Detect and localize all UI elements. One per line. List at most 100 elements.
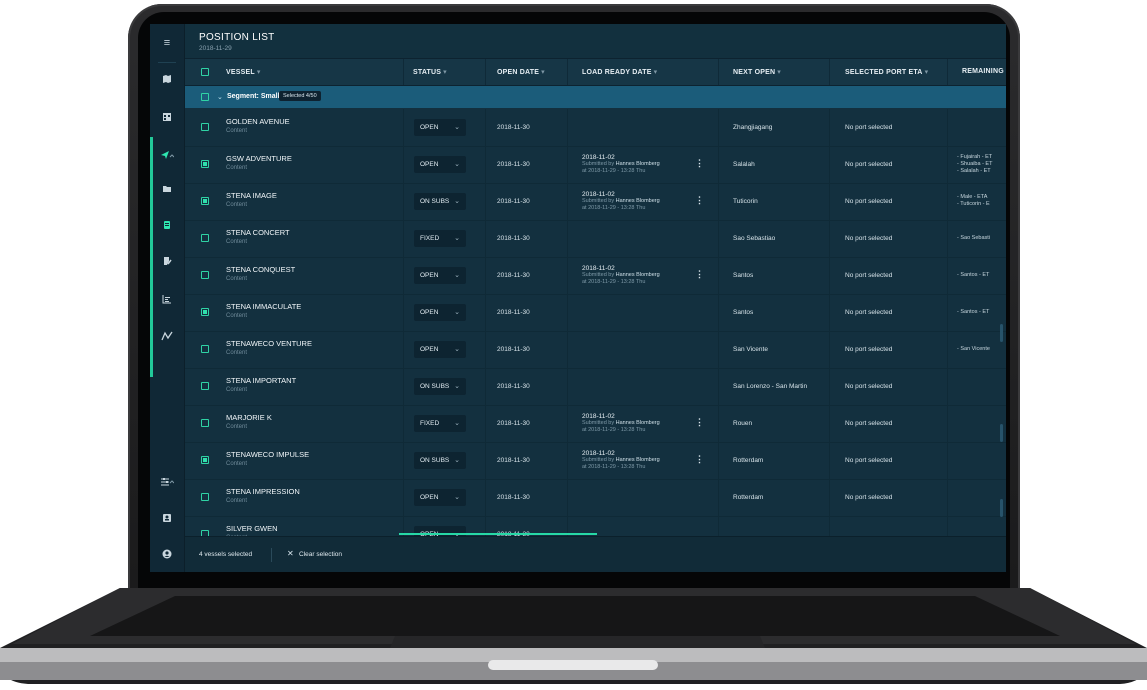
column-next-open[interactable]: NEXT OPEN ▾ — [733, 68, 781, 76]
horizontal-scrollbar-thumb[interactable] — [399, 533, 597, 535]
segment-checkbox[interactable] — [201, 93, 209, 101]
vessel-name[interactable]: GSW ADVENTURE — [226, 154, 292, 163]
status-dropdown[interactable]: OPEN⌄ — [414, 341, 466, 358]
vessel-name[interactable]: STENA IMPRESSION — [226, 487, 300, 496]
select-all-checkbox[interactable] — [201, 68, 209, 76]
vessel-name[interactable]: STENAWECO IMPULSE — [226, 450, 309, 459]
table-row[interactable]: GOLDEN AVENUE Content OPEN ⌄ 2018-11-30 Zhang… — [185, 109, 1006, 147]
remaining-port-item: - Shuaiba - ET — [957, 161, 993, 167]
open-date-cell: 2018-11-30 — [497, 309, 530, 316]
status-dropdown[interactable]: OPEN⌄ — [414, 119, 466, 136]
vessel-name[interactable]: GOLDEN AVENUE — [226, 117, 290, 126]
status-dropdown[interactable]: ON SUBS ⌄ — [414, 452, 466, 469]
table-row[interactable]: GSW ADVENTURE Content OPEN ⌄ 2018-11-30 2018-… — [185, 146, 1006, 184]
row-checkbox[interactable] — [201, 271, 209, 279]
status-dropdown[interactable]: ON SUBS ⌄ — [414, 193, 466, 210]
row-checkbox[interactable] — [201, 419, 209, 427]
vessel-subtitle: Content — [226, 424, 248, 430]
open-date-cell: 2018-11-30 — [497, 420, 530, 427]
load-ready-date: 2018-11-02 — [582, 450, 615, 457]
vessel-name[interactable]: STENA CONCERT — [226, 228, 290, 237]
vessel-subtitle: Content — [226, 461, 248, 467]
edit-document-icon[interactable] — [150, 246, 184, 276]
vertical-scrollbar-thumb[interactable] — [1000, 424, 1003, 442]
map-icon[interactable] — [150, 64, 184, 94]
vessel-name[interactable]: MARJORIE K — [226, 413, 272, 422]
contact-card-icon[interactable] — [150, 503, 184, 533]
status-dropdown[interactable]: OPEN⌄ — [414, 304, 466, 321]
more-options-icon[interactable]: ⋮ — [695, 158, 704, 169]
calendar-grid-icon[interactable] — [150, 102, 184, 132]
user-account-icon[interactable] — [150, 539, 184, 569]
chevron-down-icon: ⌄ — [454, 457, 460, 464]
selected-port-eta-cell: No port selected — [845, 198, 893, 205]
vessel-name[interactable]: STENA IMMACULATE — [226, 302, 301, 311]
page-date: 2018-11-29 — [199, 45, 232, 52]
navigation-arrow-icon[interactable] — [150, 140, 184, 170]
chevron-down-icon[interactable]: ⌄ — [217, 93, 223, 101]
status-dropdown[interactable]: FIXED ⌄ — [414, 415, 466, 432]
status-dropdown[interactable]: FIXED ⌄ — [414, 230, 466, 247]
chevron-down-icon: ⌄ — [454, 494, 460, 501]
vessel-name[interactable]: STENAWECO VENTURE — [226, 339, 312, 348]
row-checkbox[interactable] — [201, 382, 209, 390]
status-dropdown[interactable]: OPEN⌄ — [414, 156, 466, 173]
column-load-ready-date[interactable]: LOAD READY DATE ▾ — [582, 68, 657, 76]
next-open-cell: Zhangjiagang — [733, 124, 773, 131]
document-icon[interactable] — [150, 210, 184, 240]
table-row[interactable]: STENA IMPRESSION Content OPEN ⌄ 2018-11-30 Ro… — [185, 479, 1006, 517]
filter-settings-icon[interactable] — [150, 467, 184, 497]
row-checkbox[interactable] — [201, 123, 209, 131]
more-options-icon[interactable]: ⋮ — [695, 269, 704, 280]
row-checkbox[interactable] — [201, 493, 209, 501]
vessel-subtitle: Content — [226, 387, 248, 393]
column-open-date[interactable]: OPEN DATE ▾ — [497, 68, 545, 76]
vessel-name[interactable]: SILVER GWEN — [226, 524, 278, 533]
laptop-base — [0, 586, 1147, 690]
selected-port-eta-cell: No port selected — [845, 346, 893, 353]
load-ready-submission: Submitted by Hannes Blomberg at 2018-11-2… — [582, 198, 660, 211]
row-checkbox[interactable] — [201, 234, 209, 242]
more-options-icon[interactable]: ⋮ — [695, 454, 704, 465]
table-header: VESSEL ▾ STATUS ▾ OPEN DATE ▾ LOAD READY DA… — [185, 59, 1006, 86]
vessel-name[interactable]: STENA IMAGE — [226, 191, 277, 200]
row-checkbox[interactable] — [201, 308, 209, 316]
menu-icon[interactable]: ≡ — [150, 28, 184, 58]
more-options-icon[interactable]: ⋮ — [695, 417, 704, 428]
segment-group-row[interactable]: ⌄ Segment: Small Selected 4/50 — [185, 86, 1006, 108]
vertical-scrollbar-thumb[interactable] — [1000, 499, 1003, 517]
vertical-scrollbar-thumb[interactable] — [1000, 324, 1003, 342]
row-checkbox[interactable] — [201, 456, 209, 464]
column-remaining[interactable]: REMAINING — [962, 68, 1004, 75]
column-status[interactable]: STATUS ▾ — [413, 68, 447, 76]
row-checkbox[interactable] — [201, 197, 209, 205]
status-dropdown[interactable]: OPEN⌄ — [414, 489, 466, 506]
table-row[interactable]: STENAWECO VENTURE Content OPEN ⌄ 2018-11-30 S… — [185, 331, 1006, 369]
table-row[interactable]: STENA IMPORTANT Content ON SUBS ⌄ 2018-11-30… — [185, 368, 1006, 406]
table-row[interactable]: STENA IMMACULATE Content OPEN ⌄ 2018-11-30 Sa… — [185, 294, 1006, 332]
folder-icon[interactable] — [150, 174, 184, 204]
row-checkbox[interactable] — [201, 345, 209, 353]
row-checkbox[interactable] — [201, 160, 209, 168]
table-row[interactable]: STENA IMAGE Content ON SUBS ⌄ 2018-11-30 2018… — [185, 183, 1006, 221]
table-row[interactable]: STENA CONCERT Content FIXED ⌄ 2018-11-30 Sao … — [185, 220, 1006, 258]
selected-port-eta-cell: No port selected — [845, 235, 893, 242]
table-row[interactable]: STENA CONQUEST Content OPEN ⌄ 2018-11-30 2018… — [185, 257, 1006, 295]
clear-selection-button[interactable]: Clear selection — [299, 551, 342, 558]
table-row[interactable]: MARJORIE K Content FIXED ⌄ 2018-11-30 2018-11… — [185, 405, 1006, 443]
column-selected-port-eta[interactable]: SELECTED PORT ETA ▾ — [845, 68, 928, 76]
more-options-icon[interactable]: ⋮ — [695, 195, 704, 206]
vessel-name[interactable]: STENA IMPORTANT — [226, 376, 296, 385]
table-row[interactable]: STENAWECO IMPULSE Content ON SUBS ⌄ 2018-11-… — [185, 442, 1006, 480]
close-icon[interactable]: ✕ — [287, 549, 294, 558]
status-dropdown[interactable]: OPEN⌄ — [414, 267, 466, 284]
bar-chart-icon[interactable] — [150, 284, 184, 314]
vessel-name[interactable]: STENA CONQUEST — [226, 265, 295, 274]
selected-port-eta-cell: No port selected — [845, 161, 893, 168]
vessel-subtitle: Content — [226, 313, 248, 319]
column-vessel[interactable]: VESSEL ▾ — [226, 68, 261, 76]
load-ready-date: 2018-11-02 — [582, 413, 615, 420]
route-icon[interactable] — [150, 321, 184, 351]
status-dropdown[interactable]: ON SUBS ⌄ — [414, 378, 466, 395]
open-date-cell: 2018-11-30 — [497, 383, 530, 390]
